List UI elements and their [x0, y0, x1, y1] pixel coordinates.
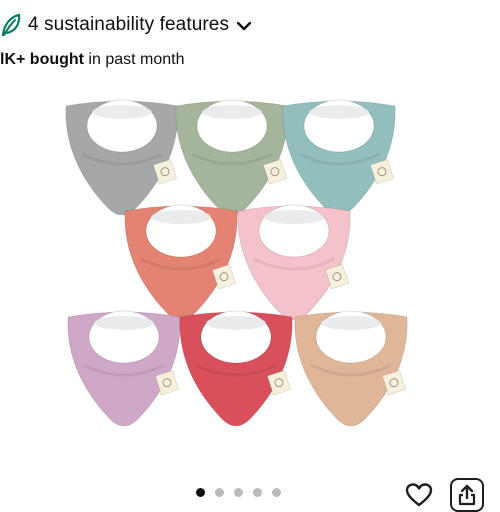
carousel-dot[interactable]	[272, 488, 281, 497]
chevron-down-icon[interactable]	[235, 17, 253, 35]
bib-2	[175, 99, 289, 216]
bib-3	[282, 99, 396, 216]
carousel-dot[interactable]	[234, 488, 243, 497]
sustainability-features-label: 4 sustainability features	[28, 14, 230, 35]
carousel-indicator[interactable]	[196, 488, 281, 497]
bib-7	[179, 310, 293, 427]
share-icon	[458, 484, 476, 506]
carousel-dot[interactable]	[196, 488, 205, 497]
purchase-count-value: lK+ bought	[0, 51, 84, 68]
leaf-icon	[1, 13, 21, 37]
bib-1	[65, 99, 179, 216]
bib-4	[124, 204, 238, 321]
product-image[interactable]	[0, 80, 500, 460]
bib-5	[237, 204, 351, 321]
share-button[interactable]	[450, 478, 484, 512]
heart-outline-icon[interactable]	[405, 483, 433, 507]
bib-6	[67, 310, 181, 427]
carousel-dot[interactable]	[253, 488, 262, 497]
bib-8	[294, 310, 408, 427]
purchase-count-text: in past month	[83, 51, 185, 68]
sustainability-features-toggle[interactable]: 4 sustainability features	[0, 10, 253, 40]
purchase-count: lK+ bought in past month	[0, 50, 184, 70]
carousel-dot[interactable]	[215, 488, 224, 497]
